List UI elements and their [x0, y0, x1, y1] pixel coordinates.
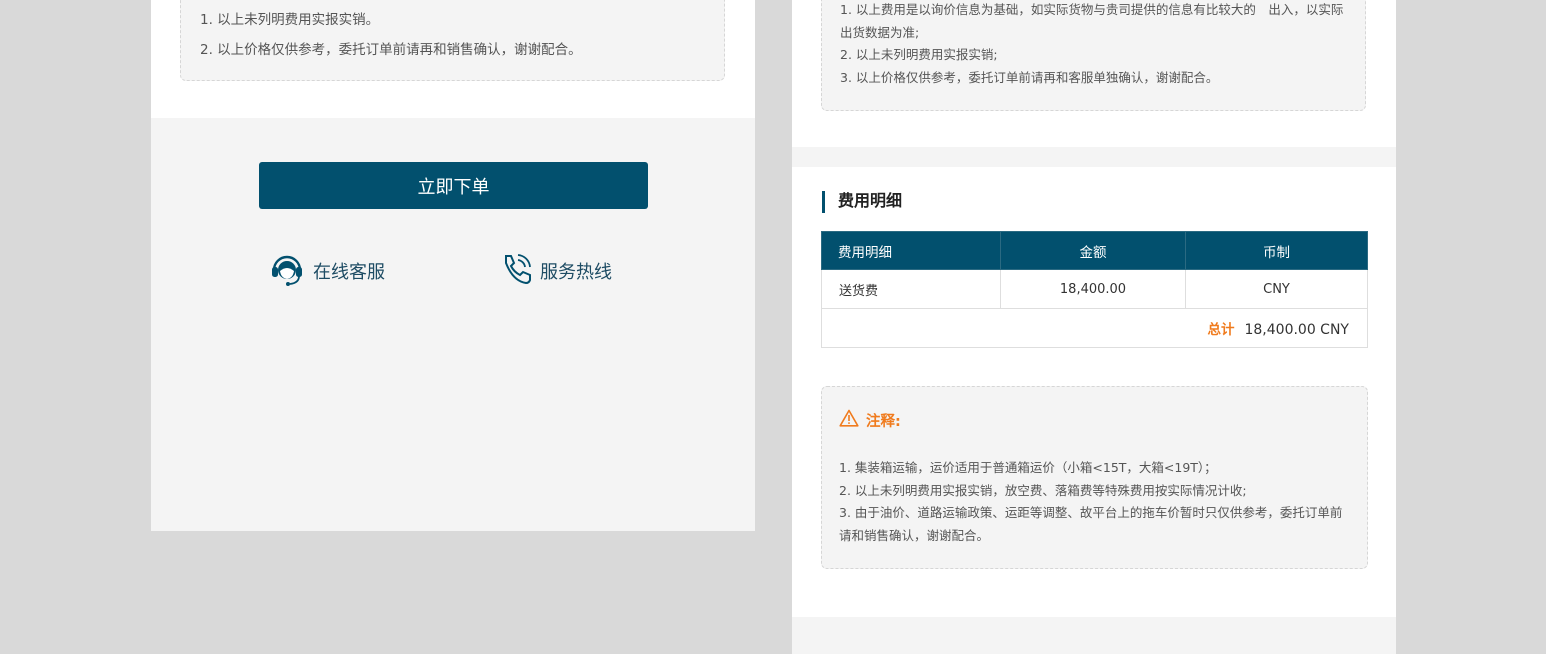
- remark-list: 1. 集装箱运输，运价适用于普通箱运价（小箱<15T，大箱<19T）； 2. 以…: [839, 457, 1350, 547]
- total-row: 总计 18,400.00 CNY: [821, 308, 1368, 348]
- right-panel: 1. 以上费用是以询价信息为基础，如实际货物与贵司提供的信息有比较大的 出入，以…: [792, 0, 1396, 654]
- place-order-button[interactable]: 立即下单: [259, 162, 648, 209]
- fee-detail-section: 费用明细 费用明细 金额 币制 送货费 18,400.00 CNY 总计 18,4…: [792, 167, 1396, 617]
- table-header-row: 费用明细 金额 币制: [821, 231, 1368, 270]
- cell-fee-item: 送货费: [821, 269, 1001, 309]
- right-note-1: 1. 以上费用是以询价信息为基础，如实际货物与贵司提供的信息有比较大的 出入，以…: [840, 2, 1344, 40]
- remark-title: 注释:: [866, 413, 901, 430]
- cell-amount: 18,400.00: [1000, 269, 1186, 309]
- remark-item-3: 3. 由于油价、道路运输政策、运距等调整、故平台上的拖车价暂时只仅供参考，委托订…: [839, 505, 1343, 543]
- header-amount: 金额: [1000, 231, 1186, 270]
- right-note-2: 2. 以上未列明费用实报实销;: [840, 47, 998, 62]
- remark-item-2: 2. 以上未列明费用实报实销，放空费、落箱费等特殊费用按实际情况计收;: [839, 482, 1247, 498]
- right-notes-box: 1. 以上费用是以询价信息为基础，如实际货物与贵司提供的信息有比较大的 出入，以…: [821, 0, 1366, 111]
- online-service-label: 在线客服: [313, 262, 385, 283]
- left-note-1: 1. 以上未列明费用实报实销。: [200, 12, 380, 28]
- cell-currency: CNY: [1185, 269, 1368, 309]
- header-fee-item: 费用明细: [821, 231, 1001, 270]
- table-row: 送货费 18,400.00 CNY: [821, 269, 1368, 309]
- phone-icon: [500, 252, 532, 290]
- total-value: 18,400.00 CNY: [1244, 322, 1349, 338]
- remark-header: 注释:: [839, 409, 1350, 431]
- total-cell: 总计 18,400.00 CNY: [821, 308, 1368, 348]
- left-notes-box: 1. 以上未列明费用实报实销。 2. 以上价格仅供参考，委托订单前请再和销售确认…: [180, 0, 725, 81]
- right-notes-section: 1. 以上费用是以询价信息为基础，如实际货物与贵司提供的信息有比较大的 出入，以…: [792, 0, 1396, 147]
- total-label: 总计: [1207, 322, 1235, 338]
- service-hotline-link[interactable]: 服务热线: [500, 253, 612, 289]
- left-notes-section: 1. 以上未列明费用实报实销。 2. 以上价格仅供参考，委托订单前请再和销售确认…: [151, 0, 755, 118]
- right-note-3: 3. 以上价格仅供参考，委托订单前请再和客服单独确认，谢谢配合。: [840, 69, 1219, 85]
- left-note-2: 2. 以上价格仅供参考，委托订单前请再和销售确认，谢谢配合。: [200, 42, 582, 58]
- header-currency: 币制: [1185, 231, 1368, 270]
- online-service-link[interactable]: 在线客服: [269, 253, 385, 289]
- left-panel: 1. 以上未列明费用实报实销。 2. 以上价格仅供参考，委托订单前请再和销售确认…: [151, 0, 755, 531]
- headset-icon: [269, 251, 305, 291]
- warning-icon: [839, 409, 859, 431]
- remark-box: 注释: 1. 集装箱运输，运价适用于普通箱运价（小箱<15T，大箱<19T）； …: [821, 386, 1368, 569]
- section-title: 费用明细: [822, 191, 902, 213]
- remark-item-1: 1. 集装箱运输，运价适用于普通箱运价（小箱<15T，大箱<19T）；: [839, 460, 1217, 475]
- service-hotline-label: 服务热线: [540, 262, 612, 283]
- fee-table: 费用明细 金额 币制 送货费 18,400.00 CNY 总计 18,400.00…: [821, 231, 1368, 348]
